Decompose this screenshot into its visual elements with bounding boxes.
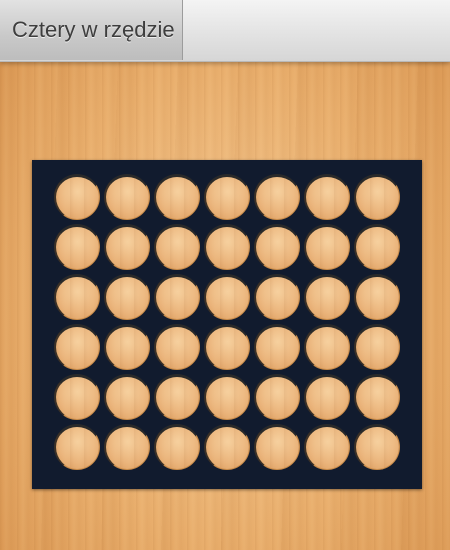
board-slot-r5-c5[interactable] — [254, 374, 300, 420]
board-slot-r2-c5[interactable] — [254, 224, 300, 270]
board-slot-r1-c6[interactable] — [304, 174, 350, 220]
board-slot-r3-c2[interactable] — [104, 274, 150, 320]
board-slot-r6-c1[interactable] — [54, 424, 100, 470]
top-toolbar: Cztery w rzędzie — [0, 0, 450, 62]
board-slot-r1-c3[interactable] — [154, 174, 200, 220]
board-slot-r3-c1[interactable] — [54, 274, 100, 320]
board-slot-r4-c5[interactable] — [254, 324, 300, 370]
board-slot-r3-c3[interactable] — [154, 274, 200, 320]
board-slot-r5-c3[interactable] — [154, 374, 200, 420]
board-slot-r3-c6[interactable] — [304, 274, 350, 320]
board-slot-r1-c1[interactable] — [54, 174, 100, 220]
board-slot-r6-c2[interactable] — [104, 424, 150, 470]
board-slot-r5-c7[interactable] — [354, 374, 400, 420]
board-slot-r4-c7[interactable] — [354, 324, 400, 370]
board-slot-r3-c5[interactable] — [254, 274, 300, 320]
board-slot-r3-c4[interactable] — [204, 274, 250, 320]
board-slot-r2-c4[interactable] — [204, 224, 250, 270]
board-slot-r2-c7[interactable] — [354, 224, 400, 270]
board-slot-r1-c7[interactable] — [354, 174, 400, 220]
board-slot-r6-c5[interactable] — [254, 424, 300, 470]
board-slot-r1-c2[interactable] — [104, 174, 150, 220]
board-slot-r3-c7[interactable] — [354, 274, 400, 320]
board-slot-r1-c4[interactable] — [204, 174, 250, 220]
board-slot-r4-c6[interactable] — [304, 324, 350, 370]
board-slot-r4-c2[interactable] — [104, 324, 150, 370]
board-slot-r5-c1[interactable] — [54, 374, 100, 420]
board-slot-r5-c4[interactable] — [204, 374, 250, 420]
board-slot-r1-c5[interactable] — [254, 174, 300, 220]
board-slot-r6-c6[interactable] — [304, 424, 350, 470]
board-slot-r2-c1[interactable] — [54, 224, 100, 270]
game-board[interactable] — [32, 160, 422, 489]
board-slot-r4-c3[interactable] — [154, 324, 200, 370]
board-slot-r6-c3[interactable] — [154, 424, 200, 470]
board-slot-r6-c4[interactable] — [204, 424, 250, 470]
board-slot-r2-c3[interactable] — [154, 224, 200, 270]
board-slot-r4-c4[interactable] — [204, 324, 250, 370]
board-slot-r6-c7[interactable] — [354, 424, 400, 470]
board-slot-r2-c2[interactable] — [104, 224, 150, 270]
board-slot-r5-c6[interactable] — [304, 374, 350, 420]
page-title: Cztery w rzędzie — [0, 0, 183, 60]
board-slot-r4-c1[interactable] — [54, 324, 100, 370]
board-slot-r2-c6[interactable] — [304, 224, 350, 270]
board-slot-r5-c2[interactable] — [104, 374, 150, 420]
